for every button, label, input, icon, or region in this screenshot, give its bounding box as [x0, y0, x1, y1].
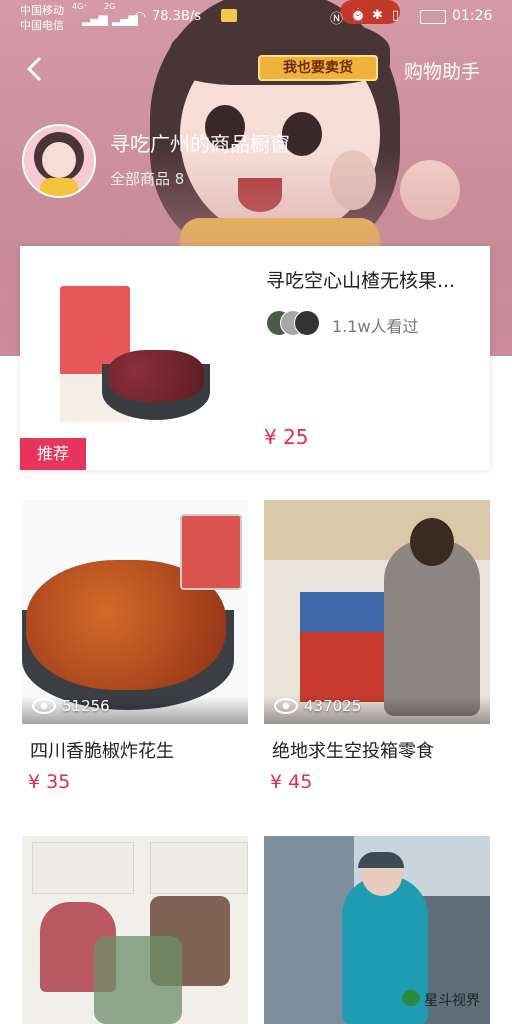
- signal-type-1: 4G⁺: [72, 2, 88, 11]
- signal-type-2: 2G: [104, 2, 116, 11]
- model-cap: [358, 852, 404, 868]
- chevron-left-icon: [26, 56, 42, 82]
- building: [264, 836, 354, 1024]
- product-view-count: 51256: [62, 697, 110, 715]
- store-name: 寻吃广州的商品橱窗: [110, 132, 290, 156]
- woman-hair: [410, 518, 454, 566]
- mail-notification-icon: [221, 9, 237, 22]
- clock: 01:26: [452, 8, 493, 24]
- eye-icon: [32, 698, 56, 714]
- product-view-count: 437025: [304, 697, 362, 715]
- back-button[interactable]: [22, 54, 48, 84]
- pillow-left: [32, 842, 134, 894]
- pillow-right: [150, 842, 248, 894]
- network-speed: 78.3B/s: [152, 9, 202, 24]
- product-title[interactable]: 四川香脆椒炸花生: [30, 737, 174, 763]
- carrier-primary: 中国移动: [20, 4, 64, 17]
- nfc-icon: Ⓝ: [330, 12, 344, 27]
- jar: [180, 514, 242, 590]
- featured-view-count: 1.1w人看过: [332, 317, 419, 336]
- recommended-badge: 推荐: [20, 438, 86, 470]
- status-bar: 中国移动 中国电信 4G⁺ ▂▄▆ 2G ▂▄▆ ◠ 78.3B/s Ⓝ ⏰ ✱…: [0, 0, 512, 36]
- product-price: ¥ 45: [270, 771, 313, 793]
- eye-icon: [274, 698, 298, 714]
- vibrate-icon: ▯: [392, 8, 400, 23]
- become-seller-button[interactable]: 我也要卖货: [258, 55, 378, 81]
- viewer-avatar: [294, 310, 320, 336]
- product-image-airdrop-box[interactable]: [264, 500, 490, 724]
- viewer-avatars: [266, 310, 320, 336]
- airdrop-box: [300, 592, 394, 702]
- product-image-peanuts[interactable]: [22, 500, 248, 724]
- signal-bars-1-icon: ▂▄▆: [82, 12, 108, 26]
- store-avatar[interactable]: [22, 124, 96, 198]
- bluetooth-icon: ✱: [372, 8, 383, 23]
- product-image-candy-box[interactable]: [22, 836, 248, 1024]
- carrier-secondary: 中国电信: [20, 19, 64, 32]
- wifi-icon: ◠: [134, 9, 147, 25]
- flower-box: [94, 936, 182, 1024]
- product-price: ¥ 35: [28, 771, 71, 793]
- product-count: 全部商品 8: [110, 170, 185, 188]
- box-lid: [300, 592, 394, 632]
- alarm-icon: ⏰: [350, 8, 367, 23]
- featured-price: ¥ 25: [264, 425, 309, 449]
- wechat-icon: [402, 990, 420, 1006]
- woman-sweater: [384, 540, 480, 716]
- product-title[interactable]: 绝地求生空投箱零食: [272, 737, 434, 763]
- avatar-shirt: [40, 178, 78, 196]
- shopping-assistant-button[interactable]: 购物助手: [404, 57, 480, 84]
- hawthorn-pile: [108, 350, 204, 402]
- signal-bars-2-icon: ▂▄▆: [112, 12, 138, 26]
- featured-product-title[interactable]: 寻吃空心山楂无核果...: [266, 266, 455, 293]
- avatar-face: [42, 142, 76, 178]
- watermark: 星斗视界: [424, 993, 480, 1009]
- battery-icon: [420, 10, 446, 24]
